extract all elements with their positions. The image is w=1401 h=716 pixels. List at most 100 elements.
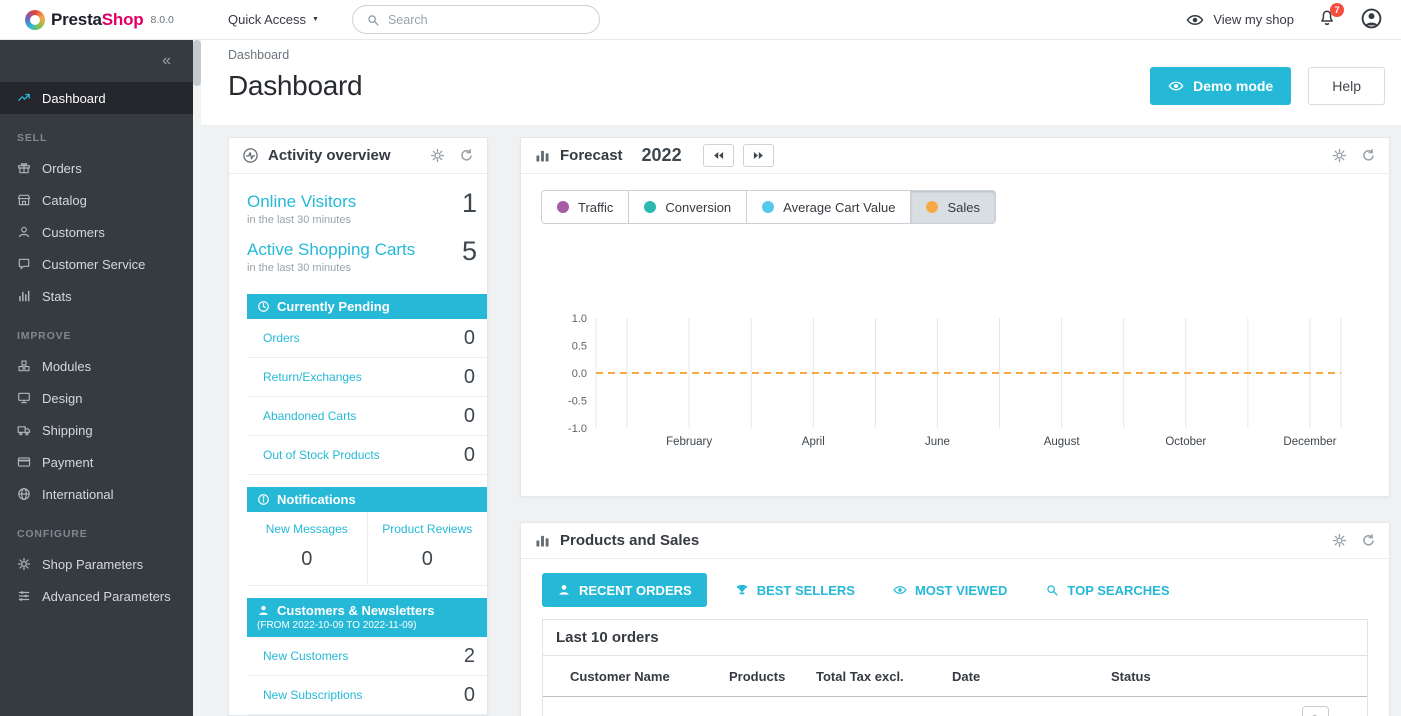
- panel-settings-gear-icon[interactable]: [1332, 148, 1347, 163]
- tab-most-viewed-label: MOST VIEWED: [915, 583, 1007, 598]
- online-visitors-link[interactable]: Online Visitors: [247, 192, 356, 211]
- prestashop-logo[interactable]: PrestaShop 8.0.0: [0, 10, 201, 30]
- tab-conversion[interactable]: Conversion: [628, 190, 747, 224]
- eye-icon: [893, 583, 907, 597]
- info-icon: [257, 493, 270, 506]
- truck-icon: [17, 423, 31, 437]
- pending-row-out-of-stock[interactable]: Out of Stock Products 0: [247, 436, 487, 475]
- svg-text:April: April: [802, 436, 825, 448]
- conversion-dot-icon: [644, 201, 656, 213]
- sidebar-item-stats[interactable]: Stats: [0, 280, 193, 312]
- activity-overview-panel: Activity overview Online Visitors 1 in t…: [228, 137, 488, 716]
- average-cart-dot-icon: [762, 201, 774, 213]
- sidebar-item-modules[interactable]: Modules: [0, 350, 193, 382]
- sidebar-item-advanced-parameters[interactable]: Advanced Parameters: [0, 580, 193, 612]
- tab-traffic[interactable]: Traffic: [541, 190, 629, 224]
- sidebar-item-shipping[interactable]: Shipping: [0, 414, 193, 446]
- online-visitors-value: 1: [462, 188, 477, 219]
- sidebar-item-catalog[interactable]: Catalog: [0, 184, 193, 216]
- tab-best-sellers[interactable]: BEST SELLERS: [725, 573, 865, 607]
- sidebar-item-customer-service[interactable]: Customer Service: [0, 248, 193, 280]
- tab-recent-orders-label: RECENT ORDERS: [579, 583, 692, 598]
- new-customers-value: 2: [464, 645, 475, 668]
- products-sales-tabs: RECENT ORDERS BEST SELLERS MOST VIEWED: [542, 573, 1368, 607]
- new-subscriptions-row[interactable]: New Subscriptions 0: [247, 676, 487, 715]
- active-carts-link[interactable]: Active Shopping Carts: [247, 240, 415, 259]
- panel-settings-gear-icon[interactable]: [1332, 533, 1347, 548]
- sidebar-item-shop-parameters[interactable]: Shop Parameters: [0, 548, 193, 580]
- search-input[interactable]: [388, 13, 586, 27]
- new-customers-link[interactable]: New Customers: [263, 649, 348, 663]
- quick-access-dropdown[interactable]: Quick Access ▼: [228, 12, 319, 27]
- forecast-chart-area: 1.00.50.0-0.5-1.0FebruaryAprilJuneAugust…: [541, 310, 1369, 453]
- sidebar-scrollbar-thumb[interactable]: [193, 40, 201, 86]
- col-status: Status: [1103, 656, 1278, 697]
- person-icon: [257, 604, 270, 617]
- new-subscriptions-value: 0: [464, 684, 475, 707]
- sidebar-item-customers[interactable]: Customers: [0, 216, 193, 248]
- version-label: 8.0.0: [150, 14, 173, 26]
- order-details-button[interactable]: [1302, 706, 1329, 716]
- panel-settings-gear-icon[interactable]: [430, 148, 445, 163]
- trophy-icon: [735, 583, 749, 597]
- user-avatar-button[interactable]: [1360, 7, 1383, 33]
- table-row[interactable]: [543, 697, 1367, 716]
- pending-returns-link[interactable]: Return/Exchanges: [263, 370, 362, 384]
- svg-text:December: December: [1283, 436, 1336, 448]
- sidebar-section-improve: IMPROVE: [0, 330, 193, 342]
- svg-text:-0.5: -0.5: [568, 396, 587, 408]
- panel-refresh-icon[interactable]: [459, 148, 474, 163]
- sidebar-item-label: Payment: [42, 455, 93, 470]
- new-customers-row[interactable]: New Customers 2: [247, 637, 487, 676]
- tab-sales[interactable]: Sales: [910, 190, 996, 224]
- gift-icon: [17, 161, 31, 175]
- panel-refresh-icon[interactable]: [1361, 533, 1376, 548]
- help-button[interactable]: Help: [1308, 67, 1385, 105]
- new-messages-link[interactable]: New Messages: [266, 522, 348, 536]
- tab-recent-orders[interactable]: RECENT ORDERS: [542, 573, 707, 607]
- abandoned-carts-link[interactable]: Abandoned Carts: [263, 409, 356, 423]
- pending-row-orders[interactable]: Orders 0: [247, 319, 487, 358]
- sidebar-collapse-button[interactable]: «: [0, 40, 193, 82]
- forecast-prev-year-button[interactable]: [703, 144, 734, 167]
- sidebar-item-label: Customer Service: [42, 257, 145, 272]
- sidebar-section-sell: SELL: [0, 132, 193, 144]
- pending-row-returns[interactable]: Return/Exchanges 0: [247, 358, 487, 397]
- notifications-button[interactable]: 7: [1318, 9, 1336, 30]
- pending-row-abandoned-carts[interactable]: Abandoned Carts 0: [247, 397, 487, 436]
- product-reviews-cell: Product Reviews 0: [368, 512, 488, 585]
- forecast-next-year-button[interactable]: [743, 144, 774, 167]
- quick-access-label: Quick Access: [228, 12, 306, 27]
- pending-orders-link[interactable]: Orders: [263, 331, 300, 345]
- svg-text:0.0: 0.0: [572, 368, 587, 380]
- search-icon: [1045, 583, 1059, 597]
- new-messages-cell: New Messages 0: [247, 512, 368, 585]
- fast-forward-icon: [752, 149, 765, 162]
- demo-mode-button[interactable]: Demo mode: [1150, 67, 1291, 105]
- sidebar-item-international[interactable]: International: [0, 478, 193, 510]
- sidebar-item-orders[interactable]: Orders: [0, 152, 193, 184]
- sidebar-item-label: Advanced Parameters: [42, 589, 171, 604]
- out-of-stock-link[interactable]: Out of Stock Products: [263, 448, 380, 462]
- products-and-sales-panel: Products and Sales RECENT ORDERS: [520, 522, 1390, 716]
- tab-top-searches-label: TOP SEARCHES: [1067, 583, 1169, 598]
- new-subscriptions-link[interactable]: New Subscriptions: [263, 688, 362, 702]
- sidebar-item-label: Customers: [42, 225, 105, 240]
- panel-refresh-icon[interactable]: [1361, 148, 1376, 163]
- svg-text:1.0: 1.0: [572, 313, 587, 325]
- forecast-chart: 1.00.50.0-0.5-1.0FebruaryAprilJuneAugust…: [541, 310, 1351, 450]
- breadcrumb: Dashboard: [228, 48, 1385, 62]
- sidebar-scrollbar[interactable]: [193, 40, 201, 716]
- sliders-icon: [17, 589, 31, 603]
- sidebar-item-dashboard[interactable]: Dashboard: [0, 82, 193, 114]
- view-my-shop-link[interactable]: View my shop: [1186, 11, 1294, 29]
- product-reviews-link[interactable]: Product Reviews: [382, 522, 472, 536]
- tab-top-searches[interactable]: TOP SEARCHES: [1035, 573, 1179, 607]
- sidebar-item-label: International: [42, 487, 114, 502]
- sidebar-item-payment[interactable]: Payment: [0, 446, 193, 478]
- col-date: Date: [944, 656, 1103, 697]
- sidebar-item-design[interactable]: Design: [0, 382, 193, 414]
- sidebar-item-label: Shop Parameters: [42, 557, 143, 572]
- tab-most-viewed[interactable]: MOST VIEWED: [883, 573, 1017, 607]
- tab-average-cart-value[interactable]: Average Cart Value: [746, 190, 911, 224]
